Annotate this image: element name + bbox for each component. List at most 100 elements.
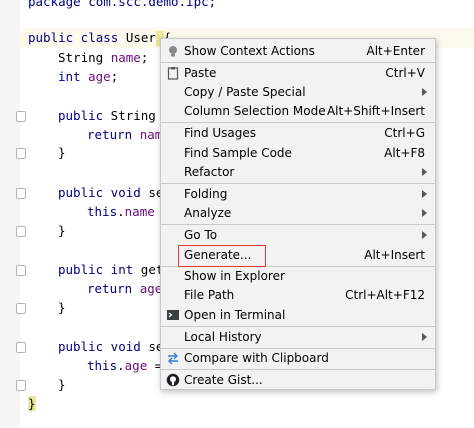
- menu-item-label: Folding: [184, 187, 228, 201]
- menu-item-label: Analyze: [184, 206, 232, 220]
- generate-highlight-box: [178, 245, 266, 267]
- submenu-arrow-icon: [422, 209, 427, 217]
- submenu-arrow-icon: [422, 190, 427, 198]
- menu-item-label: Show Context Actions: [184, 44, 315, 58]
- clipboard-icon: [167, 67, 179, 80]
- code-line-field-age: int age;: [58, 67, 118, 87]
- lightbulb-icon: [169, 46, 177, 57]
- menu-item-label: Refactor: [184, 165, 235, 179]
- fold-marker[interactable]: [16, 265, 26, 276]
- fold-marker[interactable]: [16, 111, 26, 122]
- menu-item-shortcut: Alt+Insert: [364, 248, 425, 262]
- fold-marker[interactable]: [16, 380, 26, 391]
- method-signature: get: [133, 262, 164, 277]
- code-line-method: public void se: [58, 183, 163, 203]
- field-name: age: [88, 69, 111, 84]
- menu-item-label: File Path: [184, 288, 235, 302]
- menu-item-folding[interactable]: Folding: [161, 184, 435, 204]
- brace: }: [58, 145, 66, 160]
- keyword: public void: [58, 339, 141, 354]
- submenu-arrow-icon: [422, 333, 427, 341]
- brace: }: [58, 377, 66, 392]
- keyword: this: [87, 204, 118, 219]
- menu-item-refactor[interactable]: Refactor: [161, 162, 435, 182]
- fold-marker[interactable]: [16, 148, 26, 159]
- menu-item-column-selection-mode[interactable]: Column Selection Mode Alt+Shift+Insert: [161, 101, 435, 121]
- menu-item-paste[interactable]: Paste Ctrl+V: [161, 63, 435, 83]
- fold-marker[interactable]: [16, 188, 26, 199]
- submenu-arrow-icon: [422, 231, 427, 239]
- code-line-close-brace: }: [58, 375, 66, 395]
- keyword: int: [58, 69, 81, 84]
- menu-item-label: Compare with Clipboard: [184, 351, 329, 365]
- code-line-close-brace: }: [58, 298, 66, 318]
- code-line-return: return age: [87, 279, 162, 299]
- menu-item-shortcut: Ctrl+Alt+F12: [345, 288, 425, 302]
- menu-item-open-in-terminal[interactable]: Open in Terminal: [161, 305, 435, 325]
- keyword: public void: [58, 185, 141, 200]
- brace: }: [28, 396, 36, 411]
- brace: }: [58, 300, 66, 315]
- brace: }: [58, 223, 66, 238]
- keyword: return: [87, 281, 133, 296]
- code-line-method: public void se: [58, 337, 163, 357]
- menu-item-label: Open in Terminal: [184, 308, 286, 322]
- menu-item-local-history[interactable]: Local History: [161, 327, 435, 347]
- menu-item-label: Local History: [184, 330, 262, 344]
- code-line-assign: this.name: [87, 202, 155, 222]
- method-signature: String: [103, 108, 156, 123]
- code-line-package: package com.scc.demo.ipc;: [28, 0, 216, 12]
- keyword: this: [87, 358, 118, 373]
- menu-item-show-in-explorer[interactable]: Show in Explorer: [161, 266, 435, 286]
- dot: .: [117, 358, 125, 373]
- field-name: name: [110, 50, 141, 65]
- menu-item-shortcut: Ctrl+V: [385, 66, 425, 80]
- submenu-arrow-icon: [422, 88, 427, 96]
- fold-marker[interactable]: [16, 342, 26, 353]
- code-line-close-brace: }: [58, 221, 66, 241]
- github-icon: [166, 373, 180, 387]
- menu-item-find-sample-code[interactable]: Find Sample Code Alt+F8: [161, 143, 435, 163]
- menu-item-find-usages[interactable]: Find Usages Ctrl+G: [161, 123, 435, 143]
- menu-item-label: Find Sample Code: [184, 146, 292, 160]
- code-line-field-name: String name;: [58, 48, 148, 68]
- editor-gutter[interactable]: [0, 0, 20, 428]
- menu-item-go-to[interactable]: Go To: [161, 225, 435, 245]
- dot: .: [117, 204, 125, 219]
- keyword: public: [58, 108, 104, 123]
- keyword: public int: [58, 262, 134, 277]
- menu-item-compare-with-clipboard[interactable]: Compare with Clipboard: [161, 348, 435, 368]
- menu-item-label: Create Gist...: [184, 373, 263, 387]
- keyword: return: [87, 127, 133, 142]
- menu-item-show-context-actions[interactable]: Show Context Actions Alt+Enter: [161, 41, 435, 61]
- menu-item-shortcut: Alt+Enter: [366, 44, 425, 58]
- compare-icon: [168, 352, 178, 365]
- code-line-return: return nam: [87, 125, 162, 145]
- code-line-method: public String: [58, 106, 156, 126]
- field-name: age: [124, 358, 148, 373]
- code-line-close-brace: }: [58, 143, 66, 163]
- menu-item-copy-paste-special[interactable]: Copy / Paste Special: [161, 82, 435, 102]
- keyword: public class: [28, 30, 119, 45]
- fold-marker[interactable]: [16, 226, 26, 237]
- semicolon: ;: [140, 50, 149, 65]
- menu-item-label: Show in Explorer: [184, 269, 285, 283]
- fold-marker[interactable]: [16, 303, 26, 314]
- menu-item-file-path[interactable]: File Path Ctrl+Alt+F12: [161, 285, 435, 305]
- field-name: nam: [139, 127, 163, 142]
- menu-item-shortcut: Alt+F8: [384, 146, 425, 160]
- menu-item-label: Go To: [184, 228, 218, 242]
- menu-item-create-gist[interactable]: Create Gist...: [161, 370, 435, 390]
- code-line-assign: this.age =: [87, 356, 162, 376]
- menu-item-label: Paste: [184, 66, 217, 80]
- submenu-arrow-icon: [422, 168, 427, 176]
- code-line-method: public int get: [58, 260, 163, 280]
- menu-item-shortcut: Alt+Shift+Insert: [326, 104, 425, 118]
- field-name: age: [139, 281, 163, 296]
- menu-item-label: Copy / Paste Special: [184, 85, 306, 99]
- menu-item-analyze[interactable]: Analyze: [161, 203, 435, 223]
- code-line-class-close: }: [28, 394, 36, 414]
- semicolon: ;: [110, 69, 119, 84]
- code-line-class: public class User {: [28, 28, 171, 48]
- editor-context-menu: Show Context Actions Alt+Enter Paste Ctr…: [160, 38, 436, 390]
